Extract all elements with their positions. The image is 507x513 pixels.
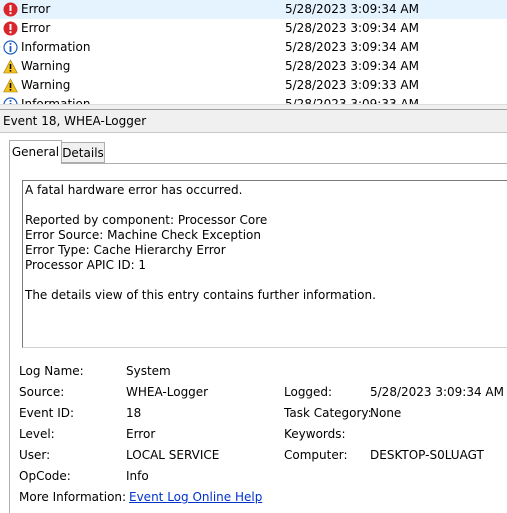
event-datetime: 5/28/2023 3:09:33 AM xyxy=(285,78,419,92)
event-datetime: 5/28/2023 3:09:33 AM xyxy=(285,97,419,104)
event-row[interactable]: Information 5/28/2023 3:09:34 AM xyxy=(0,38,507,57)
keywords-label: Keywords: xyxy=(284,427,346,441)
log-name-label: Log Name: xyxy=(19,364,84,378)
event-level: Error xyxy=(21,21,51,35)
source-label: Source: xyxy=(19,385,65,399)
event-datetime: 5/28/2023 3:09:34 AM xyxy=(285,2,419,16)
tab-general-label: General xyxy=(11,145,60,159)
event-row[interactable]: Error 5/28/2023 3:09:34 AM xyxy=(0,0,507,19)
source-value: WHEA-Logger xyxy=(126,385,209,399)
event-id-label: Event ID: xyxy=(19,406,75,420)
description-line: Processor APIC ID: 1 xyxy=(25,258,147,272)
description-line: A fatal hardware error has occurred. xyxy=(25,183,243,197)
event-level: Information xyxy=(21,97,91,104)
event-datetime: 5/28/2023 3:09:34 AM xyxy=(285,21,419,35)
event-log-online-help-link[interactable]: Event Log Online Help xyxy=(129,490,262,505)
user-label: User: xyxy=(19,448,51,462)
event-row[interactable]: Warning 5/28/2023 3:09:34 AM xyxy=(0,57,507,76)
logged-label: Logged: xyxy=(284,385,333,399)
computer-label: Computer: xyxy=(284,448,348,462)
opcode-value: Info xyxy=(126,469,149,483)
description-line: Error Type: Cache Hierarchy Error xyxy=(25,243,226,257)
event-list[interactable]: Error 5/28/2023 3:09:34 AM Error 5/28/2023 … xyxy=(0,0,507,104)
event-row[interactable]: Error 5/28/2023 3:09:34 AM xyxy=(0,19,507,38)
event-level: Warning xyxy=(21,59,71,73)
computer-value: DESKTOP-S0LUAGT xyxy=(370,448,484,462)
user-value: LOCAL SERVICE xyxy=(126,448,220,462)
event-row[interactable]: Warning 5/28/2023 3:09:33 AM xyxy=(0,76,507,95)
event-level: Warning xyxy=(21,78,71,92)
event-id-value: 18 xyxy=(126,406,142,420)
description-line: Reported by component: Processor Core xyxy=(25,213,268,227)
event-level: Information xyxy=(21,40,91,54)
event-level: Error xyxy=(21,2,51,16)
warning-icon xyxy=(3,59,18,74)
log-name-value: System xyxy=(126,364,171,378)
level-value: Error xyxy=(126,427,156,441)
event-detail-header: Event 18, WHEA-Logger xyxy=(0,110,507,133)
event-datetime: 5/28/2023 3:09:34 AM xyxy=(285,59,419,73)
more-information-label: More Information: xyxy=(19,490,127,504)
description-line: The details view of this entry contains … xyxy=(25,288,376,302)
logged-value: 5/28/2023 3:09:34 AM xyxy=(370,385,504,399)
task-category-label: Task Category: xyxy=(284,406,372,420)
error-icon xyxy=(3,21,18,36)
event-row[interactable]: Information 5/28/2023 3:09:33 AM xyxy=(0,95,507,104)
opcode-label: OpCode: xyxy=(19,469,71,483)
tab-general[interactable]: General xyxy=(9,140,62,164)
tab-details[interactable]: Details xyxy=(61,142,105,163)
event-detail-title: Event 18, WHEA-Logger xyxy=(3,114,147,128)
description-line: Error Source: Machine Check Exception xyxy=(25,228,261,242)
level-label: Level: xyxy=(19,427,55,441)
event-datetime: 5/28/2023 3:09:34 AM xyxy=(285,40,419,54)
event-description-box[interactable]: A fatal hardware error has occurred. Rep… xyxy=(22,180,507,348)
information-icon xyxy=(3,40,18,55)
task-category-value: None xyxy=(370,406,402,420)
error-icon xyxy=(3,2,18,17)
tab-details-label: Details xyxy=(62,146,104,160)
warning-icon xyxy=(3,78,18,93)
information-icon xyxy=(3,97,18,104)
